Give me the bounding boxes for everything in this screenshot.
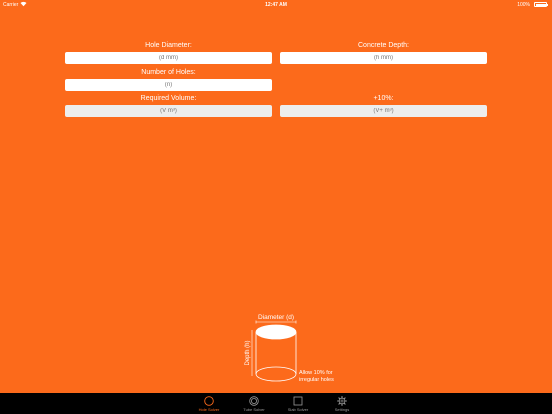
battery-icon <box>534 2 548 7</box>
plus-ten-percent-field: +10%: <box>280 94 487 117</box>
concentric-circles-icon <box>249 396 259 406</box>
tab-slab-solver-label: Slab Solver <box>287 407 309 412</box>
required-volume-output <box>65 105 272 117</box>
number-of-holes-label: Number of Holes: <box>141 69 196 76</box>
battery-percentage: 100% <box>517 2 530 8</box>
hole-diameter-label: Hole Diameter: <box>145 42 192 49</box>
tab-tube-solver-label: Tube Solver <box>243 407 265 412</box>
tab-tube-solver[interactable]: Tube Solver <box>232 393 276 414</box>
hole-diameter-input[interactable] <box>65 52 272 64</box>
gear-icon <box>337 396 347 406</box>
concrete-depth-input[interactable] <box>280 52 487 64</box>
cylinder-bottom <box>255 366 297 382</box>
plus-ten-percent-label: +10%: <box>373 95 394 102</box>
circle-icon <box>204 396 214 406</box>
cylinder-diagram: Diameter (d) Depth (h) Allow 10% for irr… <box>245 314 334 383</box>
square-icon <box>293 396 303 406</box>
tab-hole-solver[interactable]: Hole Solver <box>187 393 231 414</box>
tab-slab-solver[interactable]: Slab Solver <box>276 393 320 414</box>
concrete-depth-field: Concrete Depth: <box>280 41 487 64</box>
allowance-note-line2: irregular holes <box>299 377 334 383</box>
tab-settings-label: Settings <box>334 407 350 412</box>
cylinder-top <box>255 324 297 340</box>
tab-settings[interactable]: Settings <box>320 393 364 414</box>
status-bar: Carrier 12:47 AM 100% <box>0 0 552 10</box>
status-time: 12:47 AM <box>265 2 287 8</box>
tab-bar: Hole Solver Tube Solver Slab Solver Sett… <box>0 393 552 414</box>
plus-ten-percent-output <box>280 105 487 117</box>
required-volume-field: Required Volume: <box>65 94 272 117</box>
concrete-depth-label: Concrete Depth: <box>358 42 409 49</box>
required-volume-label: Required Volume: <box>140 95 197 102</box>
tab-hole-solver-label: Hole Solver <box>198 407 220 412</box>
number-of-holes-field: Number of Holes: <box>65 68 272 91</box>
depth-label: Depth (h) <box>245 340 251 365</box>
allowance-note-line1: Allow 10% for <box>299 370 333 376</box>
diameter-label: Diameter (d) <box>258 314 294 321</box>
hole-diameter-field: Hole Diameter: <box>65 41 272 64</box>
number-of-holes-input[interactable] <box>65 79 272 91</box>
